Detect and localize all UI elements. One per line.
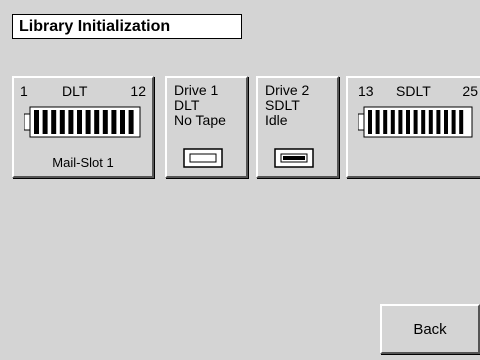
tape-magazine-icon — [358, 106, 473, 138]
tape-slot — [368, 110, 372, 134]
tape-slot — [398, 110, 403, 134]
tape-slot — [444, 110, 448, 134]
tape-slot — [383, 110, 388, 134]
tape-magazine-icon — [24, 106, 141, 138]
tape-slot — [120, 110, 125, 134]
tape-slot — [51, 110, 57, 134]
tape-slot — [77, 110, 82, 134]
tape-slot — [421, 110, 426, 134]
tape-slot — [436, 110, 441, 134]
magazine-type-label: SDLT — [396, 83, 431, 99]
tape-slot — [68, 110, 74, 134]
tape-slot — [451, 110, 456, 134]
tape-slot — [42, 110, 48, 134]
slot-start-label: 1 — [20, 83, 28, 99]
drive-2-name: Drive 2 — [265, 82, 310, 98]
tape-slot — [390, 110, 395, 134]
tape-slot — [111, 110, 117, 134]
back-button[interactable]: Back — [380, 304, 480, 354]
tape-slot — [375, 110, 380, 134]
drive-1-status: No Tape — [174, 112, 226, 128]
magazine-type-label: DLT — [62, 83, 88, 99]
drive-2-status: Idle — [265, 112, 288, 128]
drive-2-type: SDLT — [265, 97, 300, 113]
page-title: Library Initialization — [12, 14, 242, 39]
empty-drive-icon — [183, 148, 223, 168]
tape-slot — [94, 110, 100, 134]
drive-1-type: DLT — [174, 97, 200, 113]
drive-1-button[interactable]: Drive 1 DLT No Tape — [165, 76, 248, 178]
tape-slot — [413, 110, 418, 134]
slot-start-label: 13 — [358, 83, 374, 99]
slot-end-label: 12 — [130, 83, 146, 99]
tape-slot — [428, 110, 433, 134]
tape-slot — [128, 110, 134, 134]
slot-end-label: 25 — [462, 83, 478, 99]
drive-1-info: Drive 1 DLT No Tape — [174, 83, 226, 128]
drive-2-button[interactable]: Drive 2 SDLT Idle — [256, 76, 339, 178]
tape-slot — [459, 110, 464, 134]
mail-slot-label: Mail-Slot 1 — [52, 155, 114, 170]
drive-1-name: Drive 1 — [174, 82, 219, 98]
tape-slot — [85, 110, 91, 134]
tape-slot — [34, 110, 39, 134]
tape-slot — [102, 110, 108, 134]
back-button-label: Back — [413, 321, 447, 338]
drive-2-info: Drive 2 SDLT Idle — [265, 83, 309, 128]
magazine-dlt-button[interactable]: 1 DLT 12 Mail-Slot 1 — [12, 76, 154, 178]
magazine-sdlt-button[interactable]: 13 SDLT 25 — [346, 76, 480, 178]
tape-slot — [59, 110, 65, 134]
tape-slot — [406, 110, 410, 134]
loaded-drive-icon — [274, 148, 314, 168]
